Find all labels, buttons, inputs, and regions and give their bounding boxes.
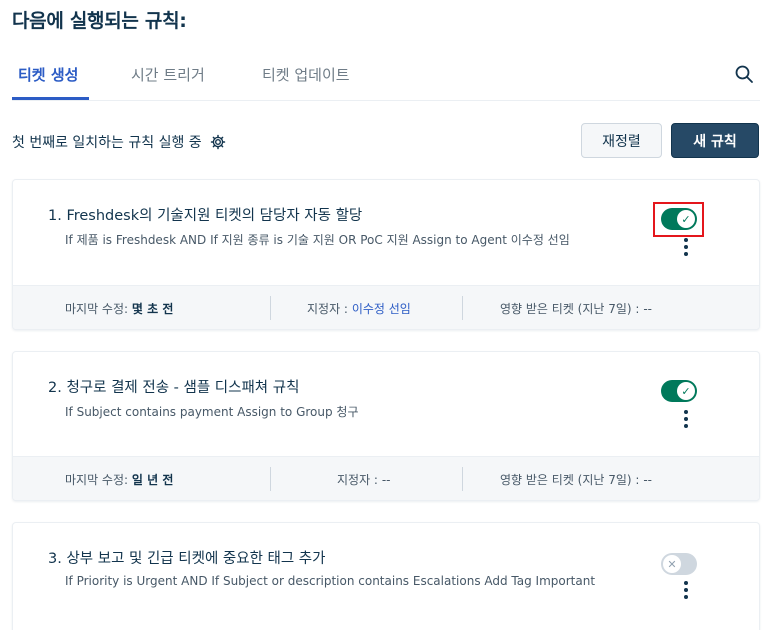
kebab-menu-icon[interactable] [683, 410, 689, 428]
modified-value: 몇 초 전 [131, 302, 174, 316]
tab-ticket-updates[interactable]: 티켓 업데이트 [262, 64, 350, 85]
assignee-info: 지정자 : 이수정 선임 [307, 300, 411, 317]
new-rule-button[interactable]: 새 규칙 [671, 123, 759, 158]
rule-enabled-toggle[interactable]: ✓ [661, 380, 697, 402]
tab-time-triggers[interactable]: 시간 트리거 [131, 64, 205, 85]
rule-footer: 마지막 수정: 일 년 전 지정자 : -- 영향 받은 티켓 (지난 7일) … [13, 456, 759, 500]
reorder-button[interactable]: 재정렬 [581, 123, 662, 158]
execution-mode: 첫 번째로 일치하는 규칙 실행 중 [12, 132, 226, 152]
rule-title[interactable]: 1. Freshdesk의 기술지원 티켓의 담당자 자동 할당 [48, 204, 362, 225]
affected-label: 영향 받은 티켓 (지난 7일) : [500, 473, 640, 487]
rule-description: If Priority is Urgent AND If Subject or … [65, 574, 596, 588]
execution-mode-label: 첫 번째로 일치하는 규칙 실행 중 [12, 135, 202, 151]
modified-label: 마지막 수정: [65, 302, 129, 316]
page-title: 다음에 실행되는 규칙: [12, 10, 187, 32]
assignee-value: -- [381, 473, 391, 487]
tab-ticket-creation[interactable]: 티켓 생성 [18, 64, 78, 85]
assignee-value[interactable]: 이수정 선임 [352, 302, 411, 316]
assignee-label: 지정자 : [337, 473, 378, 487]
rule-description: If Subject contains payment Assign to Gr… [65, 405, 359, 419]
rule-type-tabs: 티켓 생성 시간 트리거 티켓 업데이트 [12, 48, 760, 101]
rule-footer: 마지막 수정: 몇 초 전 지정자 : 이수정 선임 영향 받은 티켓 (지난 … [13, 285, 759, 329]
kebab-menu-icon[interactable] [683, 581, 689, 599]
rule-card: 3. 상부 보고 및 긴급 티켓에 중요한 태그 추가 If Priority … [12, 522, 760, 630]
rule-card: 1. Freshdesk의 기술지원 티켓의 담당자 자동 할당 If 제품 i… [12, 179, 760, 330]
active-tab-indicator [12, 97, 89, 100]
footer-divider [462, 467, 463, 491]
footer-divider [270, 467, 271, 491]
rule-description: If 제품 is Freshdesk AND If 지원 종류 is 기술 지원… [65, 233, 570, 247]
footer-divider [462, 296, 463, 320]
modified-info: 마지막 수정: 일 년 전 [65, 471, 173, 488]
rule-enabled-toggle[interactable]: ✕ [661, 553, 697, 575]
footer-divider [270, 296, 271, 320]
rule-title[interactable]: 2. 청구로 결제 전송 - 샘플 디스패쳐 규칙 [48, 376, 299, 397]
assignee-info: 지정자 : -- [337, 471, 390, 488]
affected-value: -- [643, 302, 652, 316]
affected-label: 영향 받은 티켓 (지난 7일) : [500, 302, 640, 316]
gear-icon[interactable] [210, 134, 226, 150]
rule-title[interactable]: 3. 상부 보고 및 긴급 티켓에 중요한 태그 추가 [48, 547, 326, 568]
search-icon[interactable] [734, 64, 754, 84]
affected-value: -- [643, 473, 652, 487]
highlight-box [653, 202, 704, 237]
assignee-label: 지정자 : [307, 302, 348, 316]
affected-tickets-info: 영향 받은 티켓 (지난 7일) : -- [500, 471, 652, 488]
modified-label: 마지막 수정: [65, 473, 129, 487]
modified-value: 일 년 전 [131, 473, 174, 487]
rule-card: 2. 청구로 결제 전송 - 샘플 디스패쳐 규칙 If Subject con… [12, 351, 760, 501]
affected-tickets-info: 영향 받은 티켓 (지난 7일) : -- [500, 300, 652, 317]
check-icon: ✓ [677, 382, 695, 400]
kebab-menu-icon[interactable] [683, 238, 689, 256]
modified-info: 마지막 수정: 몇 초 전 [65, 300, 173, 317]
x-icon: ✕ [663, 555, 681, 573]
